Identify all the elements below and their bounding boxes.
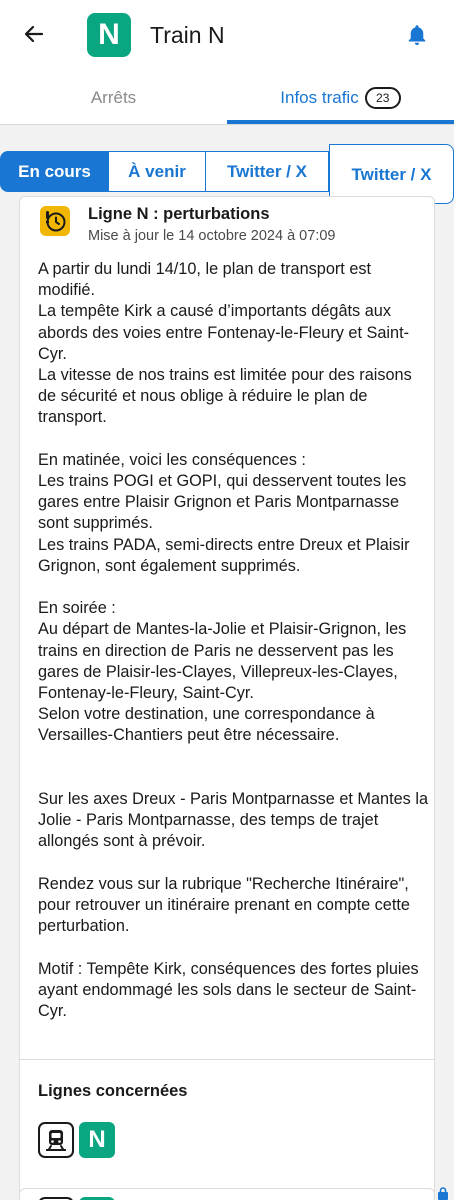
train-icon (38, 1122, 74, 1158)
next-alert-card[interactable] (19, 1188, 435, 1200)
lock-icon (438, 1187, 448, 1200)
lines-concerned-title: Lignes concernées (38, 1082, 188, 1100)
divider (20, 1059, 434, 1060)
tab-infos-trafic[interactable]: Infos trafic 23 (227, 70, 454, 125)
alert-clock-icon (40, 206, 70, 236)
page-title: Train N (150, 22, 225, 48)
infos-count-badge: 23 (364, 86, 401, 109)
tab-arrets[interactable]: Arrêts (0, 70, 227, 125)
tab-infos-label: Infos trafic (280, 87, 359, 107)
app-header: N Train N (0, 0, 454, 70)
arrow-left-icon (24, 25, 44, 43)
alert-updated-date: Mise à jour le 14 octobre 2024 à 07:09 (88, 228, 336, 244)
train-glyph (46, 1130, 66, 1151)
line-n-badge: N (87, 13, 131, 57)
filter-a-venir[interactable]: À venir (108, 151, 206, 192)
notifications-button[interactable] (404, 22, 430, 48)
alert-body: A partir du lundi 14/10, le plan de tran… (38, 260, 429, 1021)
alert-title: Ligne N : perturbations (88, 205, 270, 223)
tab-bar: Arrêts Infos trafic 23 (0, 70, 454, 125)
back-button[interactable] (20, 20, 48, 48)
alert-card: Ligne N : perturbations Mise à jour le 1… (19, 196, 435, 1200)
filter-en-cours[interactable]: En cours (0, 151, 109, 192)
filter-twitter-x-2[interactable]: Twitter / X (329, 144, 454, 204)
alert-clock-glyph (45, 211, 66, 232)
tab-arrets-label: Arrêts (90, 87, 137, 107)
filter-twitter-x[interactable]: Twitter / X (205, 151, 329, 192)
bell-icon (408, 25, 426, 45)
line-n-small-badge: N (79, 1122, 115, 1158)
active-tab-indicator (227, 120, 454, 124)
